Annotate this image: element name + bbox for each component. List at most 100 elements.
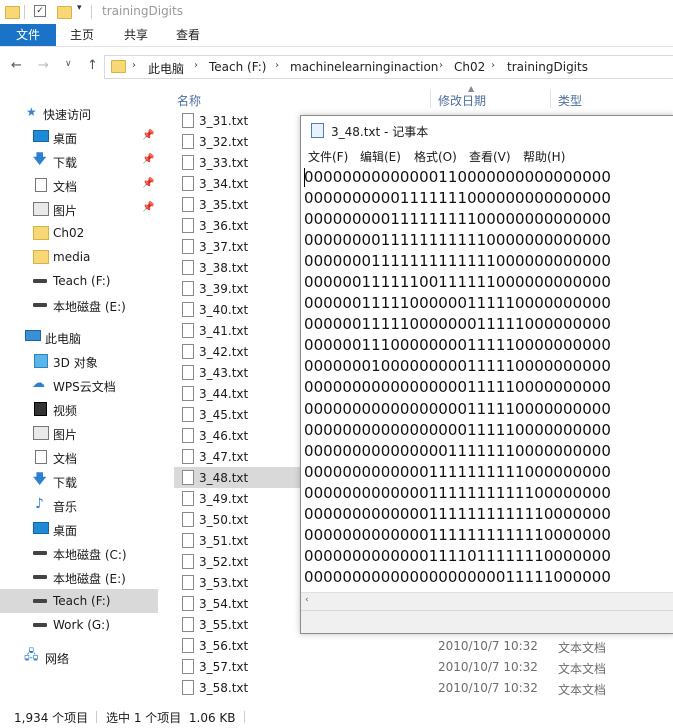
- file-name-cell[interactable]: 3_47.txt: [174, 446, 300, 467]
- file-row[interactable]: 3_56.txt 2010/10/7 10:32 文本文档: [172, 635, 673, 656]
- sidebar-item-this-pc[interactable]: 此电脑: [0, 325, 158, 349]
- file-row[interactable]: 3_57.txt 2010/10/7 10:32 文本文档: [172, 656, 673, 677]
- file-name-cell[interactable]: 3_52.txt: [174, 551, 300, 572]
- menu-file[interactable]: 文件(F): [308, 148, 348, 165]
- sidebar-item-pictures[interactable]: 图片 📌: [0, 197, 158, 221]
- up-arrow-icon[interactable]: ↑: [87, 58, 98, 73]
- back-arrow-icon[interactable]: ←: [11, 58, 22, 73]
- file-name-cell[interactable]: 3_43.txt: [174, 362, 300, 383]
- tab-share[interactable]: 共享: [116, 24, 156, 46]
- file-name-cell[interactable]: 3_53.txt: [174, 572, 300, 593]
- tab-home[interactable]: 主页: [62, 24, 102, 46]
- sidebar-item-ch02[interactable]: Ch02: [0, 221, 158, 245]
- file-name-cell[interactable]: 3_33.txt: [174, 152, 300, 173]
- customize-quick-access-icon[interactable]: ▾: [77, 3, 82, 13]
- download-icon: 🡇: [33, 472, 47, 487]
- pin-icon[interactable]: 📌: [142, 130, 154, 141]
- notepad-titlebar[interactable]: 3_48.txt - 记事本: [301, 116, 673, 144]
- notepad-window[interactable]: 3_48.txt - 记事本 文件(F) 编辑(E) 格式(O) 查看(V) 帮…: [300, 115, 673, 634]
- sidebar-item-documents[interactable]: 文档 📌: [0, 173, 158, 197]
- sidebar-item-teach-drive[interactable]: Teach (F:): [0, 269, 158, 293]
- file-name-cell[interactable]: 3_46.txt: [174, 425, 300, 446]
- file-name-cell[interactable]: 3_44.txt: [174, 383, 300, 404]
- file-name-cell[interactable]: 3_54.txt: [174, 593, 300, 614]
- file-name-cell[interactable]: 3_38.txt: [174, 257, 300, 278]
- file-name-cell[interactable]: 3_31.txt: [174, 110, 300, 131]
- pin-icon[interactable]: 📌: [142, 202, 154, 213]
- text-line: 00000000000000000111110000000000: [304, 399, 611, 418]
- column-type[interactable]: 类型: [558, 92, 582, 109]
- breadcrumb-this-pc[interactable]: 此电脑: [148, 60, 184, 77]
- file-name-cell[interactable]: 3_41.txt: [174, 320, 300, 341]
- text-line: 00000000000001111111111100000000: [304, 483, 611, 502]
- forward-arrow-icon[interactable]: →: [38, 58, 49, 73]
- sidebar-item-quick-access[interactable]: ★ 快速访问: [0, 101, 158, 125]
- breadcrumb-machinelearninginaction[interactable]: machinelearninginaction: [290, 60, 438, 74]
- sidebar-item-downloads[interactable]: 🡇 下载 📌: [0, 149, 158, 173]
- scroll-left-icon[interactable]: ‹: [305, 595, 309, 605]
- sidebar-item-work-drive[interactable]: Work (G:): [0, 613, 158, 637]
- tab-view[interactable]: 查看: [168, 24, 208, 46]
- chevron-right-icon[interactable]: ›: [194, 60, 198, 71]
- column-divider[interactable]: [430, 90, 431, 108]
- sidebar-item-downloads-pc[interactable]: 🡇 下载: [0, 469, 158, 493]
- address-bar[interactable]: › 此电脑 › Teach (F:) › machinelearninginac…: [104, 55, 673, 79]
- sidebar-item-local-disk-c[interactable]: 本地磁盘 (C:): [0, 541, 158, 565]
- file-name-cell[interactable]: 3_37.txt: [174, 236, 300, 257]
- file-name-cell[interactable]: 3_58.txt: [174, 677, 300, 698]
- sidebar-item-teach-drive-pc[interactable]: Teach (F:): [0, 589, 158, 613]
- pin-icon[interactable]: 📌: [142, 154, 154, 165]
- horizontal-scrollbar[interactable]: ‹: [301, 592, 673, 610]
- sidebar-item-local-disk-e-pc[interactable]: 本地磁盘 (E:): [0, 565, 158, 589]
- file-name-cell[interactable]: 3_32.txt: [174, 131, 300, 152]
- sidebar-item-desktop-pc[interactable]: 桌面: [0, 517, 158, 541]
- recent-locations-icon[interactable]: ∨: [65, 59, 72, 69]
- text-line: 00000011111000000011111000000000: [304, 315, 611, 334]
- tab-file[interactable]: 文件: [0, 24, 56, 46]
- file-name-cell[interactable]: 3_39.txt: [174, 278, 300, 299]
- sidebar-item-pictures-pc[interactable]: 图片: [0, 421, 158, 445]
- file-name: 3_38.txt: [199, 261, 249, 275]
- menu-view[interactable]: 查看(V): [469, 148, 511, 165]
- breadcrumb-ch02[interactable]: Ch02: [454, 60, 485, 74]
- file-name-cell[interactable]: 3_34.txt: [174, 173, 300, 194]
- column-date[interactable]: 修改日期: [438, 92, 486, 109]
- file-name-cell[interactable]: 3_51.txt: [174, 530, 300, 551]
- sidebar-item-desktop[interactable]: 桌面 📌: [0, 125, 158, 149]
- file-name-cell[interactable]: 3_55.txt: [174, 614, 300, 635]
- notepad-text-area[interactable]: 00000000000000110000000000000000 00000000…: [304, 167, 672, 591]
- file-row[interactable]: 3_58.txt 2010/10/7 10:32 文本文档: [172, 677, 673, 698]
- file-name-cell[interactable]: 3_56.txt: [174, 635, 300, 656]
- chevron-right-icon[interactable]: ›: [491, 60, 495, 71]
- file-name-cell[interactable]: 3_42.txt: [174, 341, 300, 362]
- properties-icon[interactable]: ✓: [34, 5, 46, 17]
- sidebar-item-music[interactable]: ♪ 音乐: [0, 493, 158, 517]
- file-name-cell[interactable]: 3_48.txt: [174, 467, 300, 488]
- file-name-cell[interactable]: 3_40.txt: [174, 299, 300, 320]
- menu-help[interactable]: 帮助(H): [523, 148, 565, 165]
- sidebar-item-network[interactable]: 🖧 网络: [0, 645, 158, 669]
- sidebar-item-media[interactable]: media: [0, 245, 158, 269]
- file-name-cell[interactable]: 3_50.txt: [174, 509, 300, 530]
- menu-format[interactable]: 格式(O): [414, 148, 457, 165]
- file-name-cell[interactable]: 3_57.txt: [174, 656, 300, 677]
- sidebar-item-3d-objects[interactable]: 3D 对象: [0, 349, 158, 373]
- pin-icon[interactable]: 📌: [142, 178, 154, 189]
- column-name[interactable]: 名称: [177, 92, 201, 109]
- sidebar-item-videos[interactable]: 视频: [0, 397, 158, 421]
- chevron-right-icon[interactable]: ›: [132, 60, 136, 71]
- file-name-cell[interactable]: 3_45.txt: [174, 404, 300, 425]
- menu-edit[interactable]: 编辑(E): [360, 148, 401, 165]
- file-name-cell[interactable]: 3_35.txt: [174, 194, 300, 215]
- sidebar-item-local-disk-e[interactable]: 本地磁盘 (E:): [0, 293, 158, 317]
- chevron-right-icon[interactable]: ›: [275, 60, 279, 71]
- breadcrumb-trainingdigits[interactable]: trainingDigits: [507, 60, 588, 74]
- file-name-cell[interactable]: 3_36.txt: [174, 215, 300, 236]
- sidebar-item-documents-pc[interactable]: 文档: [0, 445, 158, 469]
- file-name-cell[interactable]: 3_49.txt: [174, 488, 300, 509]
- breadcrumb-teach-drive[interactable]: Teach (F:): [209, 60, 266, 74]
- new-folder-icon[interactable]: [57, 6, 72, 19]
- sidebar-item-wps-cloud[interactable]: ☁ WPS云文档: [0, 373, 158, 397]
- chevron-right-icon[interactable]: ›: [439, 60, 443, 71]
- column-divider[interactable]: [550, 90, 551, 108]
